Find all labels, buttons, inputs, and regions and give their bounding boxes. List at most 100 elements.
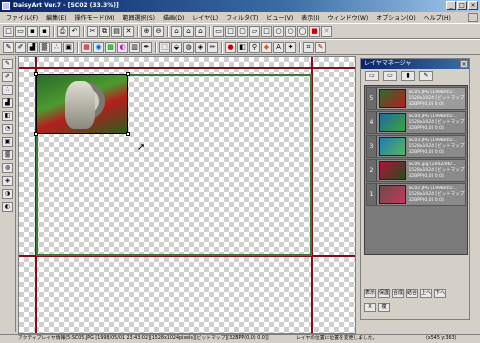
gradient-tool-icon[interactable]: ▒ [2, 150, 13, 160]
round-rect-icon[interactable]: ▢ [237, 25, 248, 37]
eraser-tool-icon[interactable]: ◧ [2, 111, 13, 121]
menu-window[interactable]: ウィンドウ(W) [324, 13, 373, 22]
undo-icon[interactable]: ↶ [69, 25, 80, 37]
swatch-icon[interactable]: ▩ [105, 41, 116, 53]
save-as-icon[interactable]: ▪ [39, 25, 50, 37]
paste-icon[interactable]: ▤ [111, 25, 122, 37]
new-file-icon[interactable]: □ [3, 25, 14, 37]
layer-down-button[interactable]: 下へ [434, 289, 446, 298]
layer-visible-button[interactable]: 表示 [364, 289, 376, 298]
rainbow-icon[interactable]: ◉ [93, 41, 104, 53]
layer-up-button[interactable]: 上へ [420, 289, 432, 298]
app-icon[interactable] [2, 2, 10, 10]
menu-file[interactable]: ファイル(F) [2, 13, 42, 22]
rect2-icon[interactable]: □ [261, 25, 272, 37]
menu-view[interactable]: ビュー(V) [262, 13, 297, 22]
layer-x-button[interactable]: X [364, 303, 376, 312]
stop-icon[interactable]: ■ [309, 25, 320, 37]
brush2-icon[interactable]: ✎ [315, 41, 326, 53]
oval-icon[interactable]: ◯ [297, 25, 308, 37]
menu-select[interactable]: 範囲選択(S) [118, 13, 159, 22]
layer-row[interactable]: 4 SC04.JPG [1998/05/... 1528x1024 [ビットマッ… [366, 111, 466, 134]
fit-window-icon[interactable]: ⌂ [171, 25, 182, 37]
circle-icon[interactable]: ○ [285, 25, 296, 37]
spray-icon[interactable]: ∴ [51, 41, 62, 53]
canvas-scrollbar[interactable] [356, 56, 358, 334]
layer-row[interactable]: 5 SC05.JPG [1998/05/... 1528x1024 [ビットマッ… [366, 87, 466, 110]
full-view-icon[interactable]: ⌂ [183, 25, 194, 37]
fill-icon[interactable]: ▟ [27, 41, 38, 53]
red-ball-icon[interactable]: ● [225, 41, 236, 53]
duplicate-layer-icon[interactable]: ▭ [383, 71, 397, 81]
layer-blend-button[interactable]: 合成 [392, 289, 404, 298]
color-wheel-icon[interactable]: ◐ [117, 41, 128, 53]
brush-tool-icon[interactable]: ✐ [2, 72, 13, 82]
select-tool-icon[interactable]: ⬚ [159, 41, 170, 53]
fill-tool-icon[interactable]: ▟ [2, 98, 13, 108]
menu-options[interactable]: オプション(O) [372, 13, 419, 22]
guide-line[interactable] [19, 67, 355, 69]
blur-tool-icon[interactable]: ◍ [2, 163, 13, 173]
menu-draw[interactable]: 描画(D) [159, 13, 188, 22]
palette-icon[interactable]: ▦ [81, 41, 92, 53]
copy-icon[interactable]: ⧉ [99, 25, 110, 37]
layer-list[interactable]: 5 SC05.JPG [1998/05/... 1528x1024 [ビットマッ… [364, 85, 468, 255]
minimize-button[interactable]: _ [446, 1, 456, 10]
sharpen-tool-icon[interactable]: ◈ [2, 176, 13, 186]
layer-copy-button[interactable]: 複 [378, 303, 390, 312]
save-icon[interactable]: ▪ [27, 25, 38, 37]
layer-icon[interactable]: ▥ [129, 41, 140, 53]
canvas-area[interactable]: ➚ [18, 56, 356, 334]
blur-icon[interactable]: ◍ [183, 41, 194, 53]
layer-index[interactable]: 3 [367, 136, 377, 157]
menu-help[interactable]: ヘルプ(H) [420, 13, 455, 22]
layer-panel-close-button[interactable]: × [460, 60, 468, 68]
resize-handle[interactable] [126, 132, 130, 136]
open-file-icon[interactable]: ▭ [15, 25, 26, 37]
layer-settings-icon[interactable]: ✎ [419, 71, 433, 81]
menu-display[interactable]: 表示(I) [297, 13, 323, 22]
layer-row[interactable]: 3 SC03.JPG [1998/05/... 1528x1024 [ビットマッ… [366, 135, 466, 158]
print-icon[interactable]: ⎙ [57, 25, 68, 37]
burn-tool-icon[interactable]: ◐ [2, 202, 13, 212]
airbrush-icon[interactable]: ✐ [15, 41, 26, 53]
layer-index[interactable]: 4 [367, 112, 377, 133]
actual-size-icon[interactable]: ⌂ [195, 25, 206, 37]
layer-protect-button[interactable]: 保護 [378, 289, 390, 298]
delete-layer-icon[interactable]: ▮ [401, 71, 415, 81]
gradient-icon[interactable]: ▒ [39, 41, 50, 53]
resize-handle[interactable] [34, 132, 38, 136]
pencil-tool-icon[interactable]: ✎ [2, 59, 13, 69]
stamp-tool-icon[interactable]: ▣ [2, 137, 13, 147]
resize-handle[interactable] [34, 72, 38, 76]
layer-image[interactable] [36, 74, 128, 134]
color-pick-icon[interactable]: ◆ [261, 41, 272, 53]
pen-icon[interactable]: ✒ [141, 41, 152, 53]
menu-filter[interactable]: フィルタ(T) [222, 13, 262, 22]
close-button[interactable]: × [468, 1, 478, 10]
layer-index[interactable]: 1 [367, 184, 377, 205]
resize-handle[interactable] [126, 72, 130, 76]
rect-select-icon[interactable]: ▭ [213, 25, 224, 37]
layer-row[interactable]: 2 SC06.jpg [2002/06/... 1528x1024 [ビットマッ… [366, 159, 466, 182]
menu-layer[interactable]: レイヤ(L) [188, 13, 222, 22]
zoom-in-icon[interactable]: ⊕ [141, 25, 152, 37]
cut-icon[interactable]: ✂ [87, 25, 98, 37]
layer-row[interactable]: 1 SC02.JPG [1998/05/... 1528x1024 [ビットマッ… [366, 183, 466, 206]
brush-icon[interactable]: ✎ [3, 41, 14, 53]
rect-icon[interactable]: □ [225, 25, 236, 37]
delete-icon[interactable]: ✕ [321, 25, 332, 37]
parallelogram-icon[interactable]: ▱ [249, 25, 260, 37]
text-tool-icon[interactable]: A [273, 41, 284, 53]
mdi-controls[interactable] [468, 13, 478, 22]
dodge-tool-icon[interactable]: ◑ [2, 189, 13, 199]
eyedropper-icon[interactable]: ⚲ [249, 41, 260, 53]
layer-index[interactable]: 5 [367, 88, 377, 109]
airbrush-tool-icon[interactable]: ∴ [2, 85, 13, 95]
stamp-icon[interactable]: ▣ [63, 41, 74, 53]
magic-wand-icon[interactable]: ✦ [285, 41, 296, 53]
zoom-out-icon[interactable]: ⊖ [153, 25, 164, 37]
transform-icon[interactable]: ⬙ [171, 41, 182, 53]
layer-index[interactable]: 2 [367, 160, 377, 181]
layer-merge-button[interactable]: 結合 [406, 289, 418, 298]
